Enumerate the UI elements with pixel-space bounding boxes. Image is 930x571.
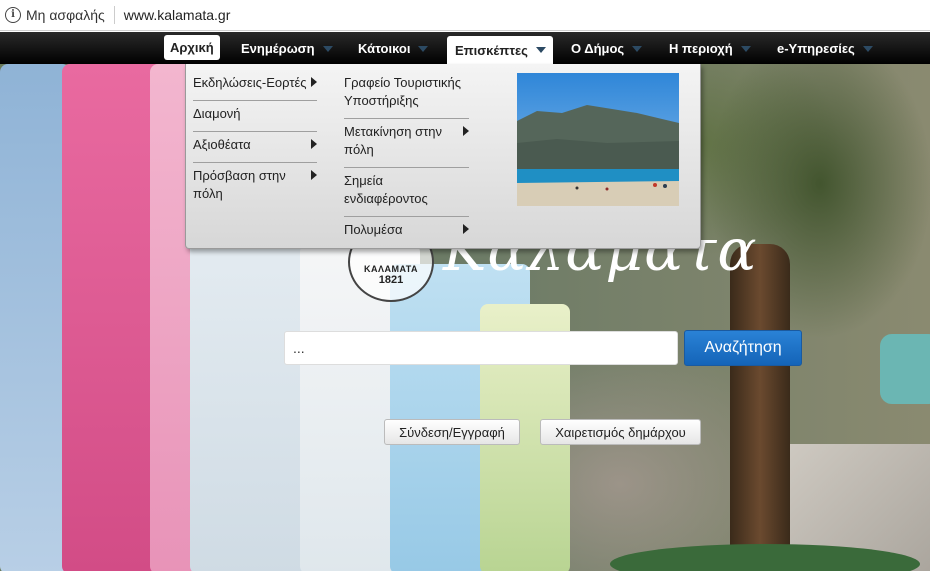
menu-item-label: Διαμονή xyxy=(193,106,241,121)
menu-item-label: Σημεία ενδιαφέροντος xyxy=(344,173,428,206)
scarf xyxy=(0,64,70,571)
nav-item-label: Ο Δήμος xyxy=(571,41,625,56)
menu-item-label: Εκδηλώσεις-Εορτές xyxy=(193,75,307,90)
car xyxy=(880,334,930,404)
menu-item-sights[interactable]: Αξιοθέατα xyxy=(193,132,317,163)
main-nav: Αρχική Ενημέρωση Κάτοικοι Επισκέπτες Ο Δ… xyxy=(0,32,930,64)
menu-item-transport[interactable]: Μετακίνηση στην πόλη xyxy=(344,119,469,168)
menu-item-access[interactable]: Πρόσβαση στην πόλη xyxy=(193,163,317,211)
chevron-right-icon xyxy=(463,126,469,136)
nav-item-label: Επισκέπτες xyxy=(455,42,528,58)
menu-column: Γραφείο Τουριστικής Υποστήριξης Μετακίνη… xyxy=(344,70,469,247)
menu-item-multimedia[interactable]: Πολυμέσα xyxy=(344,217,469,247)
chevron-right-icon xyxy=(311,170,317,180)
login-button[interactable]: Σύνδεση/Εγγραφή xyxy=(384,419,520,445)
nav-item-residents[interactable]: Κάτοικοι xyxy=(358,36,429,61)
seal-name: ΚΑΛΑΜΑΤΑ xyxy=(363,264,419,274)
chevron-right-icon xyxy=(311,139,317,149)
chevron-down-icon xyxy=(535,47,546,53)
visitors-dropdown-menu: Εκδηλώσεις-Εορτές Διαμονή Αξιοθέατα Πρόσ… xyxy=(185,64,701,249)
beach-photo-image xyxy=(517,73,679,206)
menu-column: Εκδηλώσεις-Εορτές Διαμονή Αξιοθέατα Πρόσ… xyxy=(193,70,317,211)
menu-item-label: Πρόσβαση στην πόλη xyxy=(193,168,286,201)
menu-item-points-of-interest[interactable]: Σημεία ενδιαφέροντος xyxy=(344,168,469,217)
menu-item-label: Αξιοθέατα xyxy=(193,137,251,152)
nav-item-municipality[interactable]: Ο Δήμος xyxy=(571,36,643,61)
nav-item-home[interactable]: Αρχική xyxy=(164,35,220,60)
search-button[interactable]: Αναζήτηση xyxy=(684,330,802,366)
address-bar[interactable]: i Μη ασφαλής www.kalamata.gr xyxy=(0,0,930,31)
nav-item-e-services[interactable]: e-Υπηρεσίες xyxy=(777,36,873,61)
menu-item-accommodation[interactable]: Διαμονή xyxy=(193,101,317,132)
nav-item-news[interactable]: Ενημέρωση xyxy=(241,36,333,61)
nav-item-label: Ενημέρωση xyxy=(241,41,315,56)
nav-item-area[interactable]: Η περιοχή xyxy=(669,36,751,61)
info-icon[interactable]: i xyxy=(5,7,21,23)
nav-item-visitors[interactable]: Επισκέπτες xyxy=(447,36,553,64)
divider xyxy=(113,6,115,24)
url-text[interactable]: www.kalamata.gr xyxy=(124,7,231,23)
chevron-right-icon xyxy=(311,77,317,87)
menu-item-tourist-office[interactable]: Γραφείο Τουριστικής Υποστήριξης xyxy=(344,70,469,119)
menu-item-label: Πολυμέσα xyxy=(344,222,403,237)
tree-trunk xyxy=(730,244,790,571)
menu-item-events[interactable]: Εκδηλώσεις-Εορτές xyxy=(193,70,317,101)
search-input[interactable]: ... xyxy=(284,331,678,365)
chevron-down-icon xyxy=(322,45,333,52)
seal-year: 1821 xyxy=(378,274,404,286)
chevron-down-icon xyxy=(862,45,873,52)
beach-photo[interactable] xyxy=(517,73,679,206)
security-status: Μη ασφαλής xyxy=(26,7,105,23)
mayor-greeting-button[interactable]: Χαιρετισμός δημάρχου xyxy=(540,419,701,445)
nav-item-label: Η περιοχή xyxy=(669,41,733,56)
chevron-down-icon xyxy=(632,45,643,52)
nav-item-label: Κάτοικοι xyxy=(358,41,411,56)
nav-item-label: Αρχική xyxy=(170,40,214,55)
chevron-down-icon xyxy=(418,45,429,52)
chevron-right-icon xyxy=(463,224,469,234)
chevron-down-icon xyxy=(740,45,751,52)
nav-item-label: e-Υπηρεσίες xyxy=(777,41,855,56)
menu-item-label: Μετακίνηση στην πόλη xyxy=(344,124,442,157)
menu-item-label: Γραφείο Τουριστικής Υποστήριξης xyxy=(344,75,461,108)
